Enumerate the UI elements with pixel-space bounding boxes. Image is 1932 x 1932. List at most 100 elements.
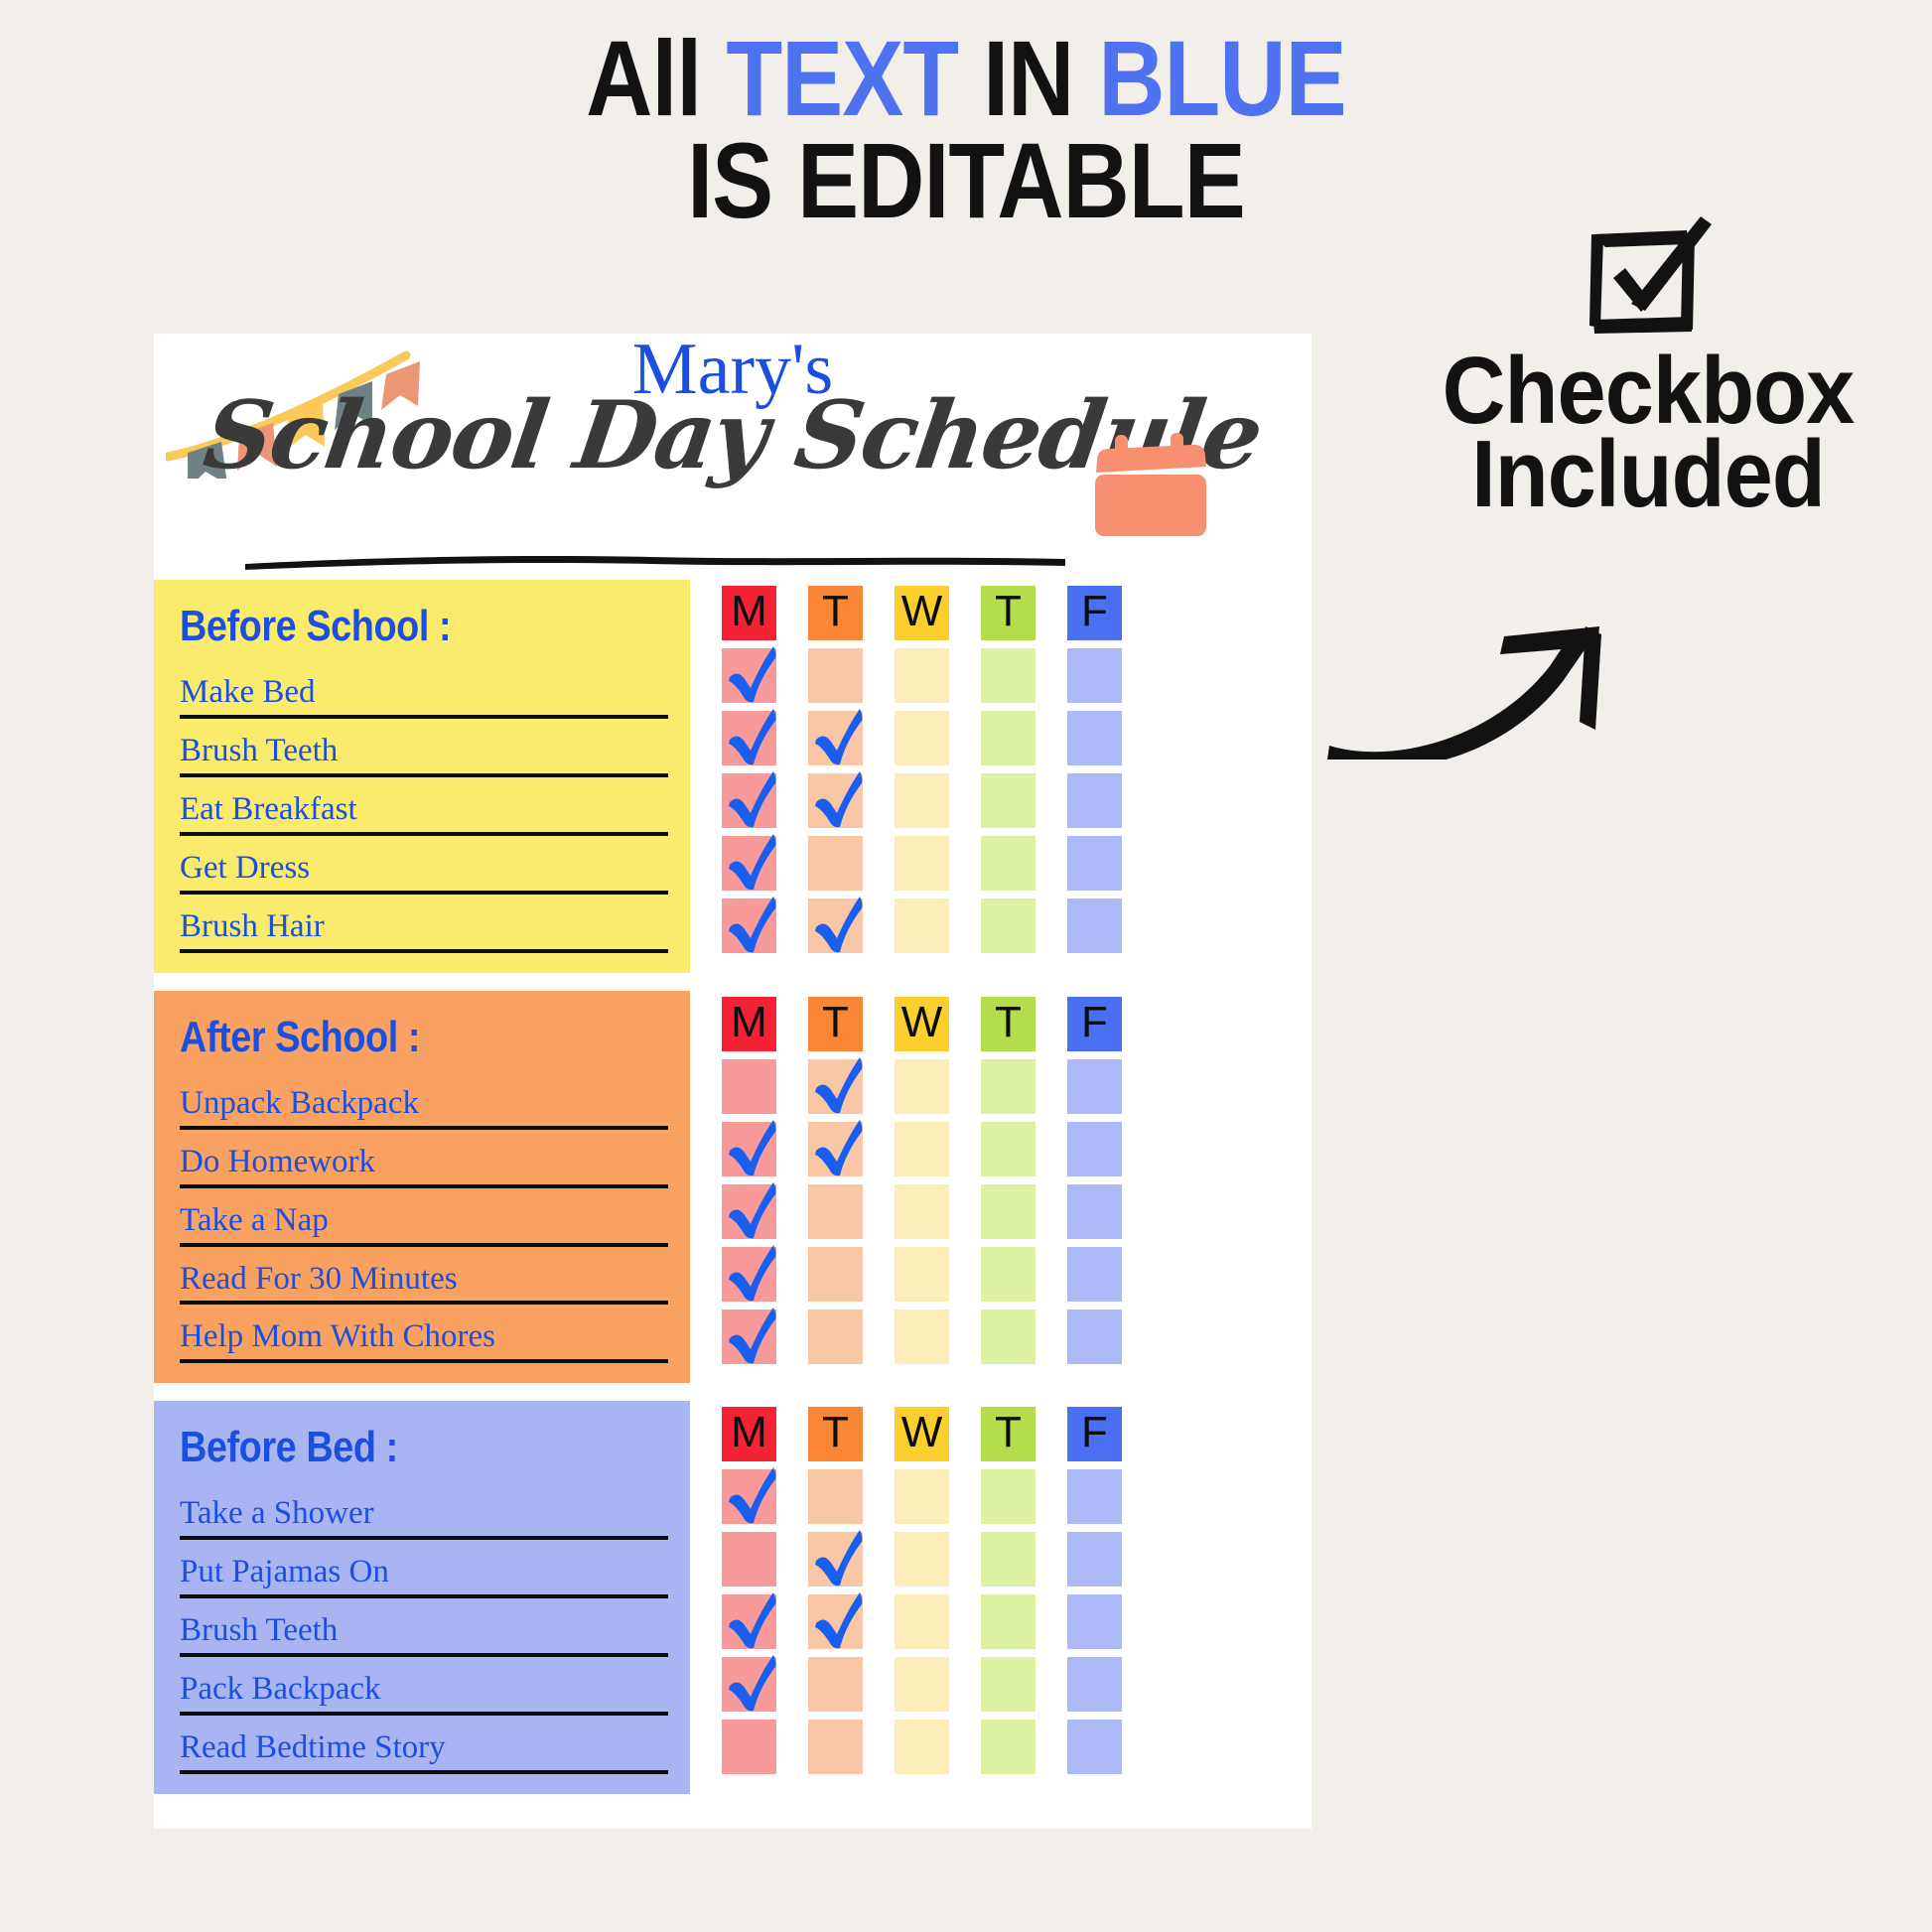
checkbox-cell[interactable]: [808, 897, 863, 953]
checkbox-cell[interactable]: [808, 1246, 863, 1302]
checkbox-cell[interactable]: [722, 1655, 776, 1713]
checkbox-cell[interactable]: [808, 1056, 863, 1114]
checkbox-cell[interactable]: [981, 898, 1035, 953]
checkbox-cell[interactable]: [722, 1181, 776, 1239]
banner-headline-line-1: All TEXT IN BLUE: [135, 25, 1797, 132]
weekday-checkbox-body: [722, 1056, 1122, 1372]
checkbox-cell[interactable]: [722, 1592, 776, 1650]
checkbox-cell[interactable]: [895, 711, 949, 765]
checkbox-cell[interactable]: [722, 1058, 776, 1114]
checkbox-cell[interactable]: [895, 898, 949, 953]
task-row: Brush Hair: [180, 907, 668, 953]
checkbox-cell[interactable]: [1067, 1058, 1122, 1114]
checkbox-cell[interactable]: [895, 1657, 949, 1713]
checkbox-cell[interactable]: [981, 648, 1035, 703]
task-label[interactable]: Help Mom With Chores: [180, 1317, 668, 1356]
checkbox-cell[interactable]: [722, 1532, 776, 1587]
checkbox-cell[interactable]: [722, 646, 776, 703]
checkbox-cell[interactable]: [895, 1058, 949, 1114]
checkbox-cell[interactable]: [1067, 1720, 1122, 1775]
checkbox-cell[interactable]: [808, 836, 863, 891]
checkbox-cell[interactable]: [1067, 711, 1122, 765]
checkbox-cell[interactable]: [1067, 773, 1122, 828]
schedule-sections: Before School : Make Bed Brush Teeth Eat Br…: [154, 580, 1311, 1795]
calendar-icon: [1095, 433, 1206, 536]
task-label[interactable]: Brush Teeth: [180, 1611, 668, 1650]
checkbox-cell[interactable]: [808, 1592, 863, 1650]
checkbox-cell[interactable]: [895, 648, 949, 703]
task-label[interactable]: Read Bedtime Story: [180, 1728, 668, 1767]
checkbox-cell[interactable]: [895, 1594, 949, 1650]
task-label[interactable]: Take a Nap: [180, 1201, 668, 1240]
checkbox-cell[interactable]: [981, 1720, 1035, 1775]
task-label[interactable]: Make Bed: [180, 673, 668, 712]
checkbox-cell[interactable]: [1067, 1183, 1122, 1239]
checkbox-cell[interactable]: [808, 771, 863, 828]
checkbox-cell[interactable]: [981, 1594, 1035, 1650]
task-label[interactable]: Brush Teeth: [180, 732, 668, 770]
checkbox-cell[interactable]: [808, 709, 863, 765]
task-label[interactable]: Eat Breakfast: [180, 790, 668, 829]
task-label[interactable]: Pack Backpack: [180, 1670, 668, 1709]
checkbox-cell[interactable]: [1067, 1657, 1122, 1713]
checkbox-cell[interactable]: [808, 1530, 863, 1587]
checkbox-cell[interactable]: [808, 1119, 863, 1176]
day-header-cell: F: [1067, 996, 1122, 1051]
task-row: Make Bed: [180, 673, 668, 719]
checkbox-row: [722, 1119, 1122, 1184]
checkbox-cell[interactable]: [895, 1532, 949, 1587]
task-label[interactable]: Read For 30 Minutes: [180, 1260, 668, 1299]
checkbox-cell[interactable]: [722, 1119, 776, 1176]
checkbox-cell[interactable]: [895, 836, 949, 891]
checkbox-cell[interactable]: [895, 1246, 949, 1302]
checkbox-cell[interactable]: [981, 1121, 1035, 1176]
checkbox-cell[interactable]: [1067, 898, 1122, 953]
checkbox-cell[interactable]: [722, 1244, 776, 1302]
checkbox-cell[interactable]: [981, 1309, 1035, 1364]
task-label[interactable]: Do Homework: [180, 1143, 668, 1181]
checkbox-cell[interactable]: [981, 1469, 1035, 1525]
checkbox-cell[interactable]: [722, 897, 776, 953]
checkbox-cell[interactable]: [808, 1183, 863, 1239]
checkbox-cell[interactable]: [981, 773, 1035, 828]
checkbox-cell[interactable]: [895, 1309, 949, 1364]
checkbox-cell[interactable]: [808, 1469, 863, 1525]
checkbox-row: [722, 1307, 1122, 1372]
checkbox-cell[interactable]: [808, 1657, 863, 1713]
checkbox-cell[interactable]: [808, 1720, 863, 1775]
checkbox-cell[interactable]: [895, 773, 949, 828]
checkbox-cell[interactable]: [808, 648, 863, 703]
checkbox-cell[interactable]: [981, 1532, 1035, 1587]
day-header-cell: T: [981, 996, 1035, 1051]
task-label[interactable]: Brush Hair: [180, 907, 668, 946]
checkbox-cell[interactable]: [722, 771, 776, 828]
checkbox-cell[interactable]: [981, 1246, 1035, 1302]
checkbox-cell[interactable]: [722, 1720, 776, 1775]
checkbox-cell[interactable]: [722, 834, 776, 891]
checkbox-cell[interactable]: [895, 1183, 949, 1239]
checkbox-cell[interactable]: [808, 1309, 863, 1364]
checkbox-cell[interactable]: [1067, 1532, 1122, 1587]
checkbox-cell[interactable]: [1067, 1121, 1122, 1176]
checkbox-cell[interactable]: [1067, 1309, 1122, 1364]
task-label[interactable]: Take a Shower: [180, 1494, 668, 1533]
task-label[interactable]: Put Pajamas On: [180, 1553, 668, 1591]
checkbox-cell[interactable]: [722, 709, 776, 765]
checkbox-cell[interactable]: [981, 1183, 1035, 1239]
checkbox-cell[interactable]: [895, 1720, 949, 1775]
task-label[interactable]: Get Dress: [180, 849, 668, 888]
checkbox-cell[interactable]: [895, 1121, 949, 1176]
task-label[interactable]: Unpack Backpack: [180, 1084, 668, 1123]
checkbox-cell[interactable]: [1067, 648, 1122, 703]
checkbox-cell[interactable]: [722, 1467, 776, 1525]
checkbox-cell[interactable]: [1067, 1469, 1122, 1525]
checkbox-cell[interactable]: [981, 836, 1035, 891]
checkbox-cell[interactable]: [1067, 1246, 1122, 1302]
checkbox-cell[interactable]: [895, 1469, 949, 1525]
checkbox-cell[interactable]: [1067, 1594, 1122, 1650]
checkbox-cell[interactable]: [1067, 836, 1122, 891]
checkbox-cell[interactable]: [981, 1058, 1035, 1114]
checkbox-cell[interactable]: [722, 1307, 776, 1364]
checkbox-cell[interactable]: [981, 711, 1035, 765]
checkbox-cell[interactable]: [981, 1657, 1035, 1713]
